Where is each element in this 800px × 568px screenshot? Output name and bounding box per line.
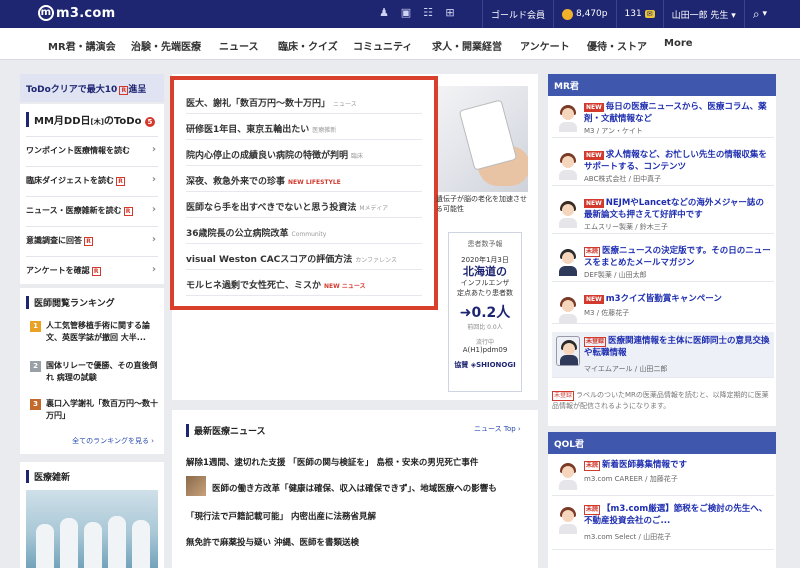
news-item[interactable]: 解除1週間、逮切れた支援 「医師の関与検証を」 島根・安来の男児死亡事件 bbox=[186, 456, 526, 468]
mr-header[interactable]: MR君 bbox=[548, 74, 776, 96]
avatar bbox=[556, 198, 580, 228]
chevron-down-icon: ▾ bbox=[762, 9, 768, 19]
mr-item[interactable]: NEW NEJMやLancetなどの海外メジャー誌の最新論文も押さえて好評中です … bbox=[552, 194, 774, 234]
logo-ring-icon: m bbox=[38, 5, 54, 21]
person-figure bbox=[60, 518, 78, 568]
person-figure bbox=[132, 520, 150, 568]
nav-news[interactable]: ニュース bbox=[219, 38, 259, 53]
person-figure bbox=[36, 524, 54, 568]
doctors-photo[interactable] bbox=[26, 490, 158, 568]
top-bar: m m3.com ♟ ▣ ☷ ⊞ ゴールド会員 8,470p 131 ✉ 山田一郎 … bbox=[0, 0, 800, 28]
chevron-right-icon: › bbox=[151, 234, 156, 245]
nav-clinical-trial[interactable]: 治験・先端医療 bbox=[131, 38, 201, 53]
todo-item[interactable]: ワンポイント医療情報を読む › bbox=[26, 136, 158, 162]
avatar bbox=[556, 336, 580, 366]
qol-item[interactable]: 未読 新着医師募集情報です m3.com CAREER / 加藤花子 bbox=[552, 456, 774, 496]
person-figure bbox=[108, 516, 126, 568]
nav-mr[interactable]: MR君・講演会 bbox=[48, 38, 116, 53]
chevron-right-icon: › bbox=[151, 264, 156, 275]
ranking-panel: 医師閲覧ランキング 1 人工気管移植手術に関する論文、英医学誌が撤回 大半... … bbox=[20, 288, 164, 454]
nav-jobs[interactable]: 求人・開業経営 bbox=[432, 38, 502, 53]
member-rank[interactable]: ゴールド会員 bbox=[482, 0, 553, 28]
nav-more[interactable]: More bbox=[664, 38, 693, 49]
zatsu-panel: 医療雑新 bbox=[20, 462, 164, 568]
ranking-more-link[interactable]: 全てのランキングを見る › bbox=[72, 436, 154, 446]
chevron-right-icon: › bbox=[151, 174, 156, 185]
todo-title: MM月DD日[木]のToDo 5 bbox=[26, 112, 155, 127]
user-menu[interactable]: 山田一郎 先生 ▾ bbox=[662, 0, 744, 28]
coin-icon bbox=[562, 8, 574, 20]
mr-note: 未登録 ラベルのついたMRの医薬品情報を読むと、以降定期的に医薬品情報が配信される… bbox=[552, 391, 769, 410]
nav-survey[interactable]: アンケート bbox=[520, 38, 570, 53]
mail-badge-icon: ✉ bbox=[644, 10, 655, 18]
todo-banner[interactable]: ToDoクリアで最大10 R 進呈 bbox=[20, 74, 164, 102]
count-display[interactable]: 131 ✉ bbox=[615, 0, 663, 28]
news-thumbnail[interactable] bbox=[186, 476, 206, 496]
main-nav: MR君・講演会 治験・先端医療 ニュース 臨床・クイズ コミュニティ 求人・開業… bbox=[0, 28, 800, 60]
mr-item[interactable]: 未登録 医療関連情報を主体に医師同士の意見交換や転職情報 マイエムアール / 山田… bbox=[552, 332, 774, 378]
mr-item[interactable]: NEW 毎日の医療ニュースから、医療コラム、薬剤・文献情報など M3 / アン・ケ… bbox=[552, 98, 774, 138]
r-point-icon: R bbox=[84, 237, 93, 246]
gift-icon[interactable]: ⊞ bbox=[444, 6, 456, 20]
nav-quiz[interactable]: 臨床・クイズ bbox=[278, 38, 338, 53]
r-point-icon: R bbox=[123, 207, 133, 216]
smartphone-photo[interactable] bbox=[438, 86, 528, 192]
ranking-item[interactable]: 3 裏口入学謝礼「数百万円～数十万円」 bbox=[30, 398, 160, 422]
m3-logo[interactable]: m m3.com bbox=[38, 5, 116, 21]
top-icon-group: ♟ ▣ ☷ ⊞ bbox=[378, 6, 456, 20]
highlight-frame bbox=[170, 76, 438, 310]
mr-item[interactable]: 未読 医療ニュースの決定版です。その日のニュースをまとめたメールマガジン DEF製… bbox=[552, 242, 774, 282]
ranking-item[interactable]: 1 人工気管移植手術に関する論文、英医学誌が撤回 大半... bbox=[30, 320, 160, 344]
doctor-icon[interactable]: ♟ bbox=[378, 6, 390, 20]
todo-panel: MM月DD日[木]のToDo 5 ワンポイント医療情報を読む › 臨床ダイジェスト… bbox=[20, 104, 164, 284]
avatar bbox=[556, 504, 580, 534]
avatar bbox=[556, 150, 580, 180]
chevron-right-icon: › bbox=[151, 204, 156, 215]
shionogi-logo: 協賛 ◈SHIONOGI bbox=[454, 361, 516, 369]
search-button[interactable]: ⌕ ▾ bbox=[743, 0, 775, 28]
zatsu-title: 医療雑新 bbox=[26, 470, 70, 483]
qol-item[interactable]: 未読 【m3.com厳選】節税をご検討の先生へ、不動産投資会社のご... m3.c… bbox=[552, 500, 774, 550]
phone-shape bbox=[458, 99, 518, 171]
news-top-link[interactable]: ニュース Top › bbox=[474, 424, 521, 434]
clipboard-icon[interactable]: ☷ bbox=[422, 6, 434, 20]
todo-item[interactable]: アンケートを確認 R › bbox=[26, 256, 158, 282]
r-point-icon: R bbox=[116, 177, 125, 186]
r-point-icon: R bbox=[91, 267, 101, 276]
avatar bbox=[556, 460, 580, 490]
r-point-icon: R bbox=[119, 86, 129, 95]
nav-store[interactable]: 優待・ストア bbox=[587, 38, 647, 53]
ranking-item[interactable]: 2 国体リレーで優勝、その直後倒れ 病理の試験 bbox=[30, 360, 160, 384]
todo-item[interactable]: ニュース・医療雑新を読む R › bbox=[26, 196, 158, 222]
search-icon: ⌕ bbox=[752, 6, 760, 21]
badge-icon[interactable]: ▣ bbox=[400, 6, 412, 20]
ranking-title: 医師閲覧ランキング bbox=[26, 296, 115, 309]
avatar bbox=[556, 246, 580, 276]
avatar bbox=[556, 102, 580, 132]
account-area: ゴールド会員 8,470p 131 ✉ 山田一郎 先生 ▾ ⌕ ▾ bbox=[482, 0, 775, 28]
qol-header[interactable]: QOL君 bbox=[548, 432, 776, 454]
photo-caption[interactable]: 遺伝子が脳の老化を加速させる可能性 bbox=[436, 194, 530, 214]
news-item[interactable]: 無免許で麻薬投与疑い 沖縄、医師を書類送検 bbox=[186, 536, 526, 548]
points-display[interactable]: 8,470p bbox=[553, 0, 615, 28]
nav-community[interactable]: コミュニティ bbox=[353, 38, 412, 53]
avatar bbox=[556, 294, 580, 324]
news-item[interactable]: 医師の働き方改革「健康は確保、収入は確保できず」、地域医療への影響も bbox=[212, 482, 528, 494]
todo-item[interactable]: 意識調査に回答 R › bbox=[26, 226, 158, 252]
news-item[interactable]: 「現行法で戸籍記載可能」 内密出産に法務省見解 bbox=[186, 510, 526, 522]
person-figure bbox=[84, 522, 102, 568]
todo-item[interactable]: 臨床ダイジェストを読む R › bbox=[26, 166, 158, 192]
mr-item[interactable]: NEW 求人情報など、お忙しい先生の情報収集をサポートする、コンテンツ ABC株式… bbox=[552, 146, 774, 186]
mr-item[interactable]: NEW m3クイズ皆勤賞キャンペーン M3 / 佐藤花子 bbox=[552, 290, 774, 324]
todo-count-badge: 5 bbox=[144, 117, 155, 127]
chevron-right-icon: › bbox=[151, 144, 156, 155]
flu-forecast-ad[interactable]: 患者数予報 2020年1月3日 北海道の インフルエンザ 定点あたり患者数 ➜0… bbox=[448, 232, 522, 392]
news-title: 最新医療ニュース bbox=[186, 424, 266, 437]
